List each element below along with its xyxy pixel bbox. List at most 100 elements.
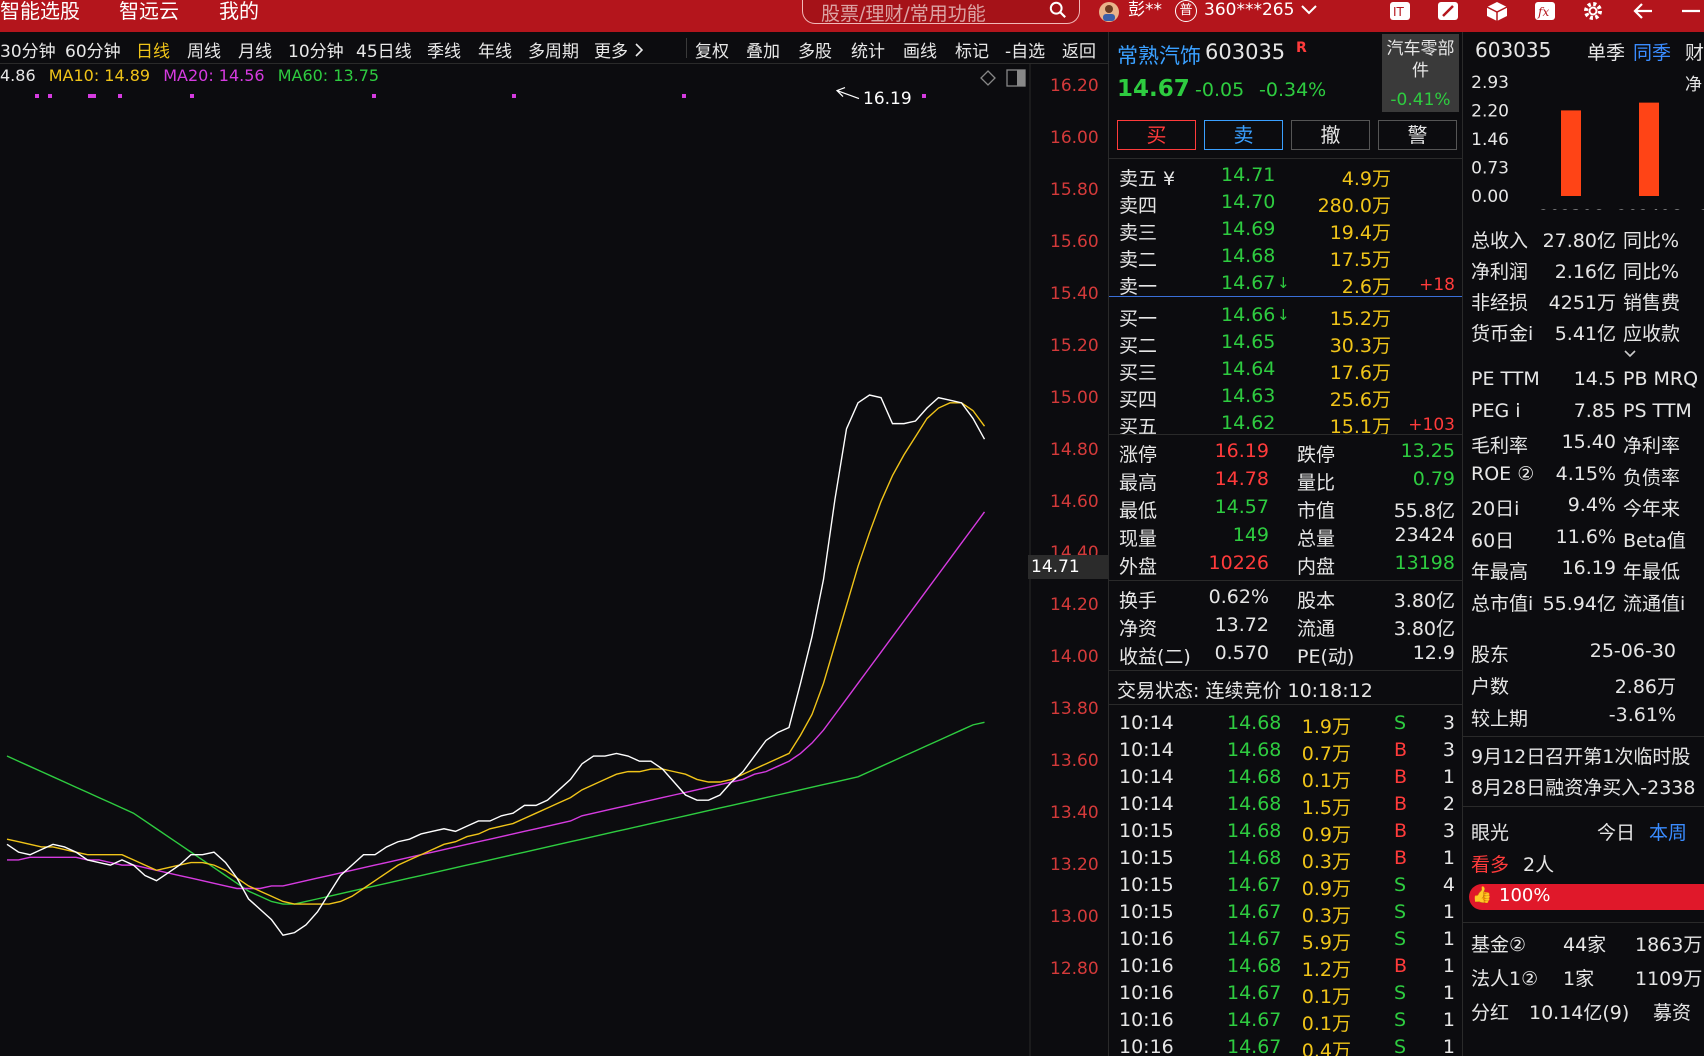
tab-single-quarter[interactable]: 单季 [1587,38,1625,65]
tool-adjust[interactable]: 复权 [695,37,729,62]
tab-finance[interactable]: 财 [1685,38,1704,65]
fin-label: 非经损 [1471,292,1529,314]
tool-draw-line[interactable]: 画线 [903,37,937,62]
tool-mark[interactable]: 标记 [955,37,989,62]
bar-period-label: 202306 [1539,207,1604,210]
profit-bar[interactable] [1639,102,1659,196]
fin-value: 2.86万 [1614,676,1676,698]
period-more[interactable]: 更多 [594,37,628,62]
tick-side: S [1394,712,1407,734]
menu-smart-pick[interactable]: 智能选股 [0,0,80,22]
kline-chart[interactable]: SB 16.20 16.00 15.80 15.60 15.40 15.20 15.00 14… [0,64,1108,1056]
profit-bar-chart[interactable]: 2.93 2.20 1.46 0.73 0.00 202306 202406 2 [1463,62,1704,210]
cancel-order-button[interactable]: 撤 [1291,120,1370,150]
expand-chevron-icon[interactable] [1624,350,1636,358]
bid-row[interactable]: 买三 14.64 17.6万 [1109,358,1463,384]
tick-row[interactable]: 10:15 14.67 0.3万 S 1 [1109,901,1463,927]
period-45day[interactable]: 45日线 [356,37,412,62]
tick-time: 10:15 [1119,901,1174,923]
ask-row[interactable]: 卖四 14.70 280.0万 [1109,191,1463,217]
bid-row[interactable]: 买一 14.66 ↓ 15.2万 [1109,304,1463,330]
minimize-icon[interactable] [1680,1,1702,21]
sector-box[interactable]: 汽车零部件 -0.41% [1382,34,1459,112]
tab-today[interactable]: 今日 [1597,818,1635,845]
news-item[interactable]: 9月12日召开第1次临时股 [1471,742,1690,769]
chevron-down-icon[interactable] [1300,3,1318,17]
tick-row[interactable]: 10:14 14.68 0.7万 B 3 [1109,739,1463,765]
tick-row[interactable]: 10:16 14.67 0.1万 S 1 [1109,1009,1463,1035]
tick-row[interactable]: 10:15 14.68 0.9万 B 3 [1109,820,1463,846]
search-box[interactable]: 股票/理财/常用功能 [802,0,1080,25]
ask-row[interactable]: 卖二 14.68 17.5万 [1109,245,1463,271]
bid-row[interactable]: 买二 14.65 30.3万 [1109,331,1463,357]
period-multi[interactable]: 多周期 [528,37,579,62]
bid-row[interactable]: 买四 14.63 25.6万 [1109,385,1463,411]
divider [1109,704,1463,705]
tool-multi-stock[interactable]: 多股 [798,37,832,62]
profit-bar[interactable] [1561,110,1581,196]
user-name: 彭** [1128,0,1162,20]
holder-value: 1109万 [1635,968,1703,990]
tool-back[interactable]: 返回 [1062,37,1096,62]
chart-tool-icon[interactable]: IT [1389,1,1411,21]
ask-row[interactable]: 卖一 14.67 ↓ 2.6万 +18 [1109,272,1463,298]
diamond-icon[interactable] [980,70,996,86]
tick-count: 1 [1442,901,1455,923]
fin-value: 55.94亿 [1542,592,1616,615]
fin-label: PB MRQ [1623,368,1699,390]
tick-row[interactable]: 10:16 14.68 1.2万 B 1 [1109,955,1463,981]
tool-statistics[interactable]: 统计 [851,37,885,62]
tick-row[interactable]: 10:16 14.67 5.9万 S 1 [1109,928,1463,954]
period-10min[interactable]: 10分钟 [288,37,344,62]
chevron-right-icon[interactable] [635,43,643,57]
stat-label: 量比 [1297,472,1336,494]
bar-y-tick: 2.93 [1471,73,1509,93]
formula-icon[interactable]: fx [1534,1,1556,21]
search-icon[interactable] [1049,1,1067,19]
tab-same-quarter[interactable]: 同季 [1633,38,1671,65]
alert-button[interactable]: 警 [1378,120,1457,150]
period-30min[interactable]: 30分钟 [0,37,56,62]
period-quarterly[interactable]: 季线 [427,37,461,62]
avatar[interactable] [1098,1,1120,23]
ask-row[interactable]: 卖五 ¥ 14.71 4.9万 [1109,164,1463,190]
fin-label: 60日 [1471,529,1515,552]
kline-canvas[interactable]: SB [0,64,1108,1056]
sell-button[interactable]: 卖 [1204,120,1283,150]
menu-mine[interactable]: 我的 [219,0,259,22]
period-yearly[interactable]: 年线 [478,37,512,62]
stat-label: 股本 [1297,590,1336,612]
box-icon[interactable] [1486,1,1508,21]
tick-row[interactable]: 10:14 14.68 1.5万 B 2 [1109,793,1463,819]
tick-row[interactable]: 10:15 14.68 0.3万 B 1 [1109,847,1463,873]
news-item[interactable]: 8月28日融资净买入-2338 [1471,773,1695,800]
buy-button[interactable]: 买 [1117,120,1196,150]
tick-price: 14.68 [1227,766,1282,788]
stat-value: 13198 [1394,552,1455,574]
tab-this-week[interactable]: 本周 [1649,818,1687,845]
ask-row[interactable]: 卖三 14.69 19.4万 [1109,218,1463,244]
level-price: 14.64 [1221,358,1276,380]
holder-label: 基金② [1471,934,1527,956]
period-weekly[interactable]: 周线 [187,37,221,62]
tick-row[interactable]: 10:14 14.68 1.9万 S 3 [1109,712,1463,738]
menu-zhiyuan-cloud[interactable]: 智远云 [119,0,179,22]
edit-icon[interactable] [1437,1,1459,21]
stat-row: 最低 14.57 市值 55.8亿 [1109,496,1463,524]
tick-row[interactable]: 10:14 14.68 0.1万 B 1 [1109,766,1463,792]
tool-remove-watchlist[interactable]: -自选 [1005,37,1045,62]
period-daily[interactable]: 日线 [136,37,170,62]
tick-row[interactable]: 10:16 14.67 0.4万 S 1 [1109,1036,1463,1056]
period-monthly[interactable]: 月线 [238,37,272,62]
gear-icon[interactable] [1582,1,1604,21]
tool-overlay[interactable]: 叠加 [746,37,780,62]
back-arrow-icon[interactable] [1632,1,1654,21]
tick-price: 14.67 [1227,901,1282,923]
tick-time: 10:14 [1119,739,1174,761]
stock-name[interactable]: 常熟汽饰 [1117,40,1201,70]
user-badge: 普 [1175,0,1197,22]
panel-toggle-icon[interactable] [1006,69,1026,87]
period-60min[interactable]: 60分钟 [65,37,121,62]
tick-row[interactable]: 10:16 14.67 0.1万 S 1 [1109,982,1463,1008]
tick-row[interactable]: 10:15 14.67 0.9万 S 4 [1109,874,1463,900]
